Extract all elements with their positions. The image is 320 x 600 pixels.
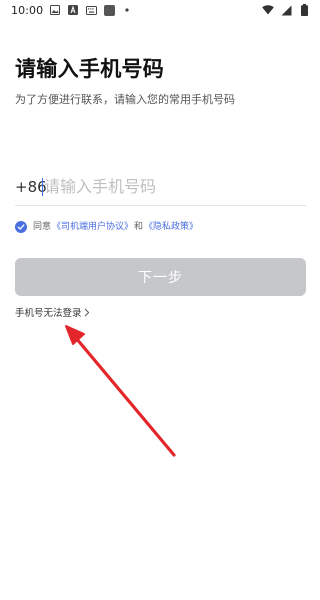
page-subtitle: 为了方便进行联系，请输入您的常用手机号码 — [15, 93, 235, 106]
gallery-icon — [49, 4, 61, 16]
wifi-icon — [262, 4, 274, 16]
next-step-button[interactable]: 下一步 — [15, 258, 306, 296]
agreement-connector: 和 — [134, 222, 144, 232]
country-code: +86 — [15, 177, 47, 196]
status-bar: 10:00 — [0, 0, 320, 20]
cannot-login-label: 手机号无法登录 — [15, 308, 82, 319]
login-phone-page: 10:00 请输入手机号码 为了方便进行联系，请输入您的常用手机号码 +86 请… — [0, 0, 320, 600]
agreement-row: 同意 《司机端用户协议》 和 《隐私政策》 — [15, 220, 199, 234]
annotation-arrow — [65, 325, 176, 457]
chevron-right-icon — [84, 307, 90, 317]
phone-number-input[interactable] — [44, 174, 274, 199]
text-a-icon — [67, 4, 79, 16]
cannot-login-link[interactable]: 手机号无法登录 — [15, 305, 90, 319]
status-time: 10:00 — [11, 3, 44, 17]
dot-icon — [121, 4, 133, 16]
page-title: 请输入手机号码 — [15, 57, 165, 81]
signal-icon — [280, 4, 292, 16]
checkbox-checked-icon[interactable] — [15, 221, 27, 233]
keyboard-icon — [85, 4, 97, 16]
text-cursor — [42, 177, 43, 196]
status-bar-right — [262, 4, 310, 16]
phone-input-row: +86 — [15, 168, 306, 206]
app-square-icon — [103, 4, 115, 16]
agreement-prefix: 同意 — [33, 222, 52, 232]
status-bar-left: 10:00 — [11, 4, 133, 17]
battery-icon — [298, 4, 310, 16]
user-agreement-link[interactable]: 《司机端用户协议》 — [52, 220, 133, 234]
privacy-policy-link[interactable]: 《隐私政策》 — [144, 220, 198, 234]
